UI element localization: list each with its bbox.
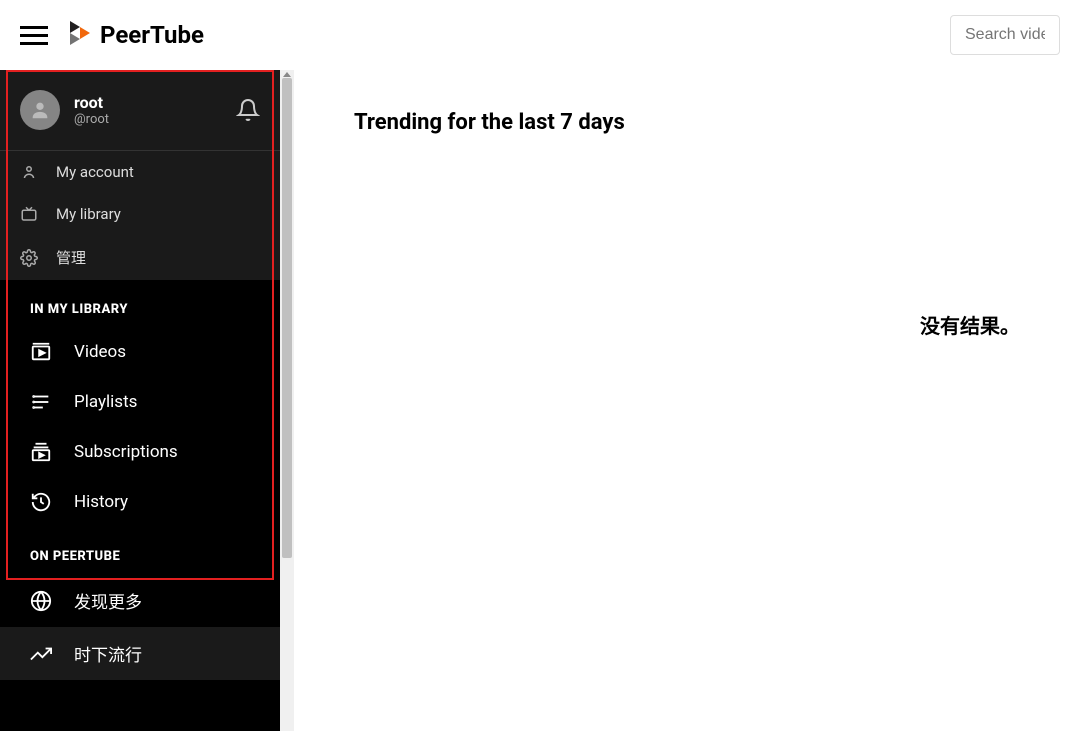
sidebar-item-label: 管理 <box>56 247 86 268</box>
header: PeerTube <box>0 0 1080 70</box>
logo[interactable]: PeerTube <box>68 19 204 51</box>
section-title-peertube: ON PEERTUBE <box>0 527 280 574</box>
sidebar-item-my-library[interactable]: My library <box>0 193 280 235</box>
sidebar-item-label: Subscriptions <box>74 442 178 462</box>
sidebar-item-history[interactable]: History <box>0 477 280 527</box>
sidebar-item-label: My account <box>56 163 134 181</box>
sidebar: root @root My account <box>0 70 280 731</box>
peertube-logo-icon <box>68 19 92 51</box>
sidebar-item-subscriptions[interactable]: Subscriptions <box>0 427 280 477</box>
brand-text: PeerTube <box>100 21 204 49</box>
scrollbar[interactable] <box>280 70 294 731</box>
sidebar-item-admin[interactable]: 管理 <box>0 235 280 280</box>
gear-icon <box>20 249 38 267</box>
sidebar-item-videos[interactable]: Videos <box>0 327 280 377</box>
sidebar-item-label: 时下流行 <box>74 641 142 666</box>
sidebar-item-discover[interactable]: 发现更多 <box>0 574 280 627</box>
avatar <box>20 90 60 130</box>
user-info: root @root <box>74 93 236 127</box>
menu-button[interactable] <box>20 21 48 49</box>
main-content: Trending for the last 7 days 没有结果。 <box>294 70 1080 731</box>
sidebar-item-playlists[interactable]: Playlists <box>0 377 280 427</box>
sidebar-item-trending[interactable]: 时下流行 <box>0 627 280 680</box>
sidebar-item-label: Playlists <box>74 392 137 412</box>
user-handle: @root <box>74 112 236 127</box>
sidebar-item-label: Videos <box>74 342 126 362</box>
globe-icon <box>30 590 52 612</box>
sidebar-item-label: History <box>74 492 128 512</box>
account-menu: My account My library 管理 <box>0 151 280 280</box>
username: root <box>74 93 236 112</box>
tv-icon <box>20 205 38 223</box>
user-icon <box>20 163 38 181</box>
page-title: Trending for the last 7 days <box>354 110 1080 135</box>
video-icon <box>30 341 52 363</box>
search-input[interactable] <box>950 15 1060 55</box>
trending-icon <box>30 643 52 665</box>
empty-state-message: 没有结果。 <box>920 310 1020 339</box>
sidebar-item-my-account[interactable]: My account <box>0 151 280 193</box>
subscriptions-icon <box>30 441 52 463</box>
sidebar-item-label: My library <box>56 205 121 223</box>
playlist-icon <box>30 391 52 413</box>
notifications-button[interactable] <box>236 98 260 122</box>
scroll-thumb[interactable] <box>282 78 292 558</box>
section-title-library: IN MY LIBRARY <box>0 280 280 327</box>
scroll-up-icon <box>283 72 291 77</box>
user-block[interactable]: root @root <box>0 70 280 151</box>
sidebar-item-label: 发现更多 <box>74 588 142 613</box>
search-area <box>930 15 1060 55</box>
history-icon <box>30 491 52 513</box>
